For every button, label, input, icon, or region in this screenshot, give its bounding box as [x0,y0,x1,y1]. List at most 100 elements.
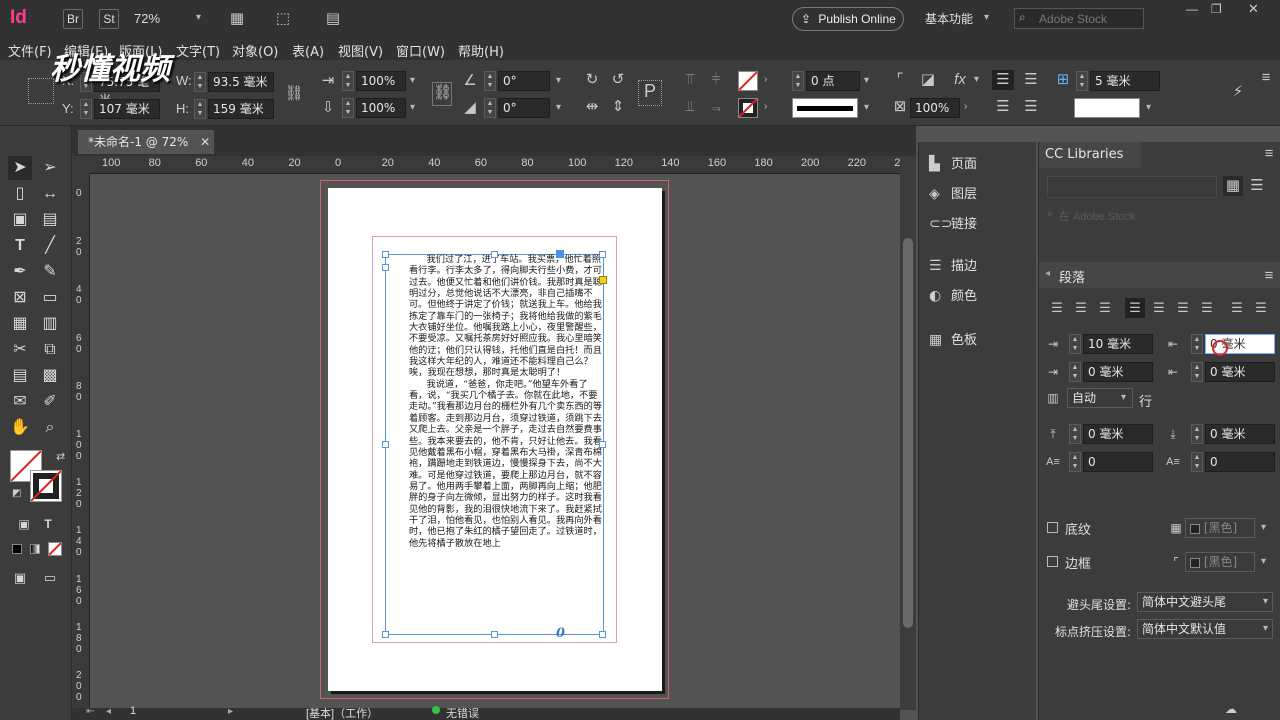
space-before-stepper[interactable]: ▲ ▼ [1069,424,1081,444]
next-page-icon[interactable]: ▸ [228,706,233,717]
align-towards-spine-icon[interactable]: ☰ [1227,298,1247,318]
frame-handle-mr[interactable] [599,441,606,448]
arrange-documents-icon[interactable]: ▤ [322,9,344,29]
shading-checkbox[interactable] [1047,522,1058,533]
chevron-down-icon[interactable]: ▾ [974,74,979,85]
flip-vertical-icon[interactable]: ⇕ [608,97,628,117]
text-frame-content[interactable]: 我们过了江，进了车站。我买票，他忙着照看行李。行李太多了，得向脚夫行些小费，才可… [409,254,604,594]
zoom-tool-icon[interactable]: ⌕ [38,416,62,440]
fill-swatch[interactable] [738,71,758,91]
rotate-stepper[interactable]: ▲ ▼ [484,71,496,91]
flip-horizontal-icon[interactable]: ⇹ [582,97,602,117]
chevron-down-icon[interactable]: ▾ [1146,102,1151,113]
rotate-ccw-icon[interactable]: ↺ [608,70,628,90]
shear-field[interactable]: 0° [498,98,550,118]
chevron-right-icon[interactable]: › [764,101,767,112]
chevron-down-icon[interactable]: ▾ [1121,392,1126,403]
frame-handle-tr[interactable] [599,251,606,258]
text-align-center-icon[interactable]: ☰ [1020,70,1042,90]
color-panel-button[interactable]: ◐ 颜色 [929,282,977,310]
constrain-proportions-icon[interactable]: ⛓ [284,84,304,104]
gap-tool-icon[interactable]: ↔ [38,182,62,206]
drop-cap-lines-stepper[interactable]: ▲ ▼ [1069,452,1081,472]
adobe-stock-search[interactable]: ⌕ Adobe Stock [1014,8,1144,29]
y-stepper[interactable]: ▲ ▼ [80,99,92,119]
frame-handle-bm[interactable] [491,631,498,638]
close-window-button[interactable]: ✕ [1248,1,1259,17]
menu-view[interactable]: 视图(V) [338,41,383,60]
bridge-button[interactable]: Br [63,9,83,29]
text-align-bottom-icon[interactable]: ☰ [992,97,1014,117]
right-indent-stepper[interactable]: ▲ ▼ [1191,334,1203,354]
text-align-icon[interactable]: ☰ [992,70,1014,90]
space-after-field[interactable]: 0 毫米 [1205,424,1275,444]
swatches-panel-button[interactable]: ▦ 色板 [929,326,977,354]
swap-colors-icon[interactable]: ⇄ [56,450,65,463]
ruler-origin[interactable] [72,156,90,174]
type-tool-icon[interactable]: T [8,234,32,258]
formatting-container-icon[interactable]: ▣ [12,512,36,536]
menu-table[interactable]: 表(A) [292,41,324,60]
stroke-swatch[interactable] [738,98,758,118]
h-field[interactable]: 159 毫米 [208,99,274,119]
scale-y-field[interactable]: 100% [356,98,406,118]
grid-view-icon[interactable]: ▦ [1223,176,1243,196]
gradient-feather-tool-icon[interactable]: ▩ [38,364,62,388]
content-placer-icon[interactable]: ▤ [38,208,62,232]
selection-tool-icon[interactable]: ➤ [8,156,32,180]
chevron-down-icon[interactable]: ▾ [410,102,415,113]
first-page-icon[interactable]: ⇤ [86,706,94,717]
horizontal-ruler[interactable]: 100 80 60 40 20 0 20 40 60 80 100 120 140 160 180 200 22… [90,156,913,174]
apply-color-icon[interactable] [12,544,22,554]
line-tool-icon[interactable]: ╱ [38,234,62,258]
cc-sync-icon[interactable]: ☁ [1225,702,1237,716]
justify-right-icon[interactable]: ☰ [1173,298,1193,318]
stroke-type-selector[interactable] [792,98,858,118]
prev-page-icon[interactable]: ◂ [106,706,111,717]
y-field[interactable]: 107 毫米 [94,99,160,119]
chevron-down-icon[interactable]: ▾ [1263,596,1268,607]
text-align-justify-icon[interactable]: ☰ [1020,97,1042,117]
align-center-icon[interactable]: ☰ [1071,298,1091,318]
scissors-tool-icon[interactable]: ✂ [8,338,32,362]
hand-tool-icon[interactable]: ✋ [8,416,32,440]
pages-panel-button[interactable]: ▙ 页面 [929,150,977,178]
content-collector-icon[interactable]: ▣ [8,208,32,232]
link-scale-icon[interactable]: ⛓ [432,82,452,106]
align-top-icon[interactable]: ⫪ [680,70,700,90]
rectangle-tool-icon[interactable]: ▭ [38,286,62,310]
align-right-icon[interactable]: ☰ [1095,298,1115,318]
in-port[interactable] [382,264,389,271]
chevron-down-icon[interactable]: ▾ [196,12,201,23]
chevron-down-icon[interactable]: ▾ [410,75,415,86]
column-gap-stepper[interactable]: ▲ ▼ [1076,71,1088,91]
chevron-down-icon[interactable]: ▾ [1261,522,1266,533]
apply-gradient-icon[interactable] [30,544,40,554]
library-search-placeholder[interactable]: 在 Adobe Stock [1059,208,1135,224]
panel-menu-icon[interactable]: ≡ [1258,68,1274,88]
stock-button[interactable]: St [99,9,119,29]
document-tab[interactable]: *未命名-1 @ 72% ✕ [78,130,214,154]
align-away-spine-icon[interactable]: ☰ [1251,298,1271,318]
column-gap-field[interactable]: 5 毫米 [1090,71,1160,91]
menu-help[interactable]: 帮助(H) [458,41,504,60]
justify-all-icon[interactable]: ☰ [1197,298,1217,318]
panel-menu-icon[interactable]: ≡ [1261,144,1277,164]
distribute-2-icon[interactable]: ⫬ [706,97,726,117]
chevron-down-icon[interactable]: ▾ [984,12,989,23]
menu-file[interactable]: 文件(F) [8,41,52,60]
frame-handle-tl[interactable] [382,251,389,258]
default-colors-icon[interactable]: ◩ [12,488,21,499]
space-before-field[interactable]: 0 毫米 [1083,424,1153,444]
vertical-scrollbar-thumb[interactable] [903,238,913,628]
last-line-indent-stepper[interactable]: ▲ ▼ [1191,362,1203,382]
grid-tool-icon[interactable]: ▦ [8,312,32,336]
collapse-icon[interactable]: ◂ [1045,268,1050,279]
border-checkbox[interactable] [1047,556,1058,567]
mojikumi-select[interactable]: 简体中文默认值 [1137,619,1273,639]
publish-online-button[interactable]: ⇪ Publish Online [792,7,904,31]
zoom-level[interactable]: 72% [134,11,160,26]
stroke-weight-field[interactable]: 0 点 [806,71,860,91]
shear-stepper[interactable]: ▲ ▼ [484,98,496,118]
minimize-button[interactable]: — [1186,2,1198,16]
